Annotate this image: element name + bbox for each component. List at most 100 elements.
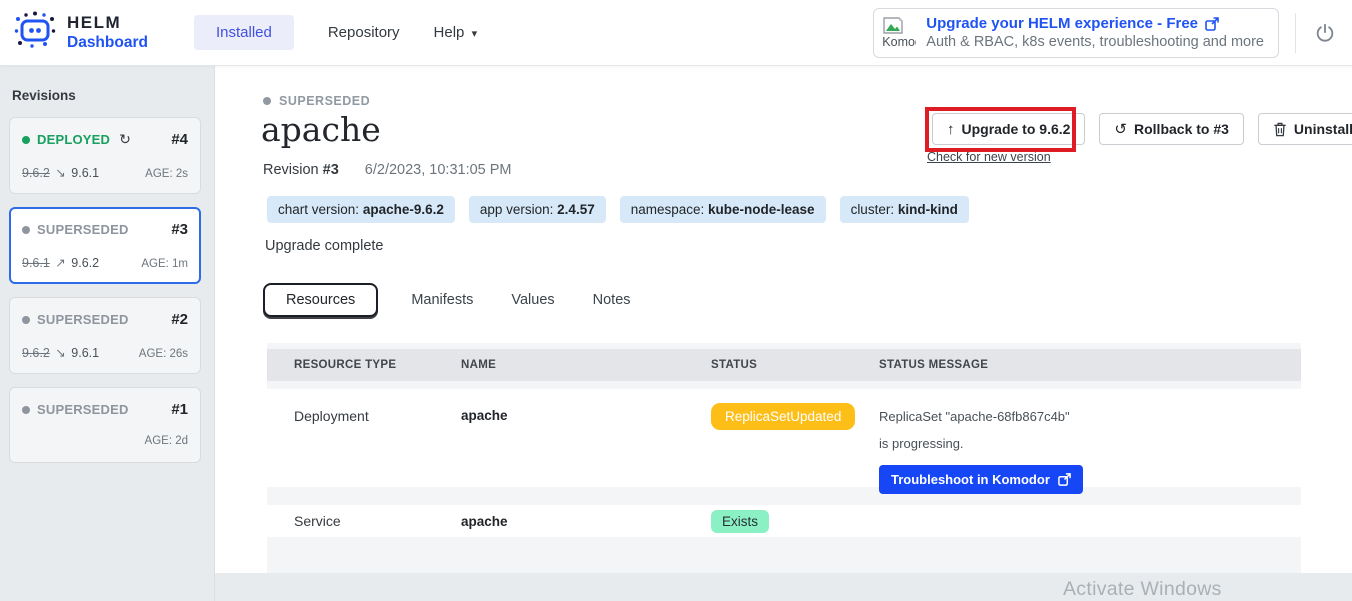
status-dot-icon <box>22 406 30 414</box>
detail-tabs: Resources Manifests Values Notes <box>263 283 650 317</box>
chart-version-chip: chart version: apache-9.6.2 <box>267 196 455 223</box>
revision-status: SUPERSEDED <box>22 222 129 237</box>
banner-title: Upgrade your HELM experience - Free <box>926 15 1198 32</box>
table-row: Service apache Exists <box>267 505 1301 537</box>
banner-subtitle: Auth & RBAC, k8s events, troubleshooting… <box>926 34 1264 50</box>
status-badge: ReplicaSetUpdated <box>711 403 855 430</box>
revisions-sidebar: Revisions DEPLOYED ↻ #4 9.6.2 ↘ 9.6.1 AG… <box>0 66 215 601</box>
version-arrow-icon: ↘ <box>55 166 65 180</box>
status-message-cell: ReplicaSet "apache-68fb867c4b" is progre… <box>879 408 1301 494</box>
uninstall-button[interactable]: Uninstall <box>1258 113 1352 145</box>
revision-age: AGE: 1m <box>141 258 188 270</box>
col-status-message: STATUS MESSAGE <box>879 359 1301 371</box>
tab-values[interactable]: Values <box>492 284 573 316</box>
revision-age: AGE: 26s <box>139 348 188 360</box>
revision-number: #3 <box>171 221 188 238</box>
reconfigure-icon[interactable]: ↻ <box>119 131 131 148</box>
arrow-up-icon: ↑ <box>947 121 955 138</box>
rollback-icon: ↺ <box>1114 120 1127 138</box>
table-header-row: RESOURCE TYPE NAME STATUS STATUS MESSAGE <box>267 349 1301 381</box>
revisions-heading: Revisions <box>12 88 201 103</box>
col-name: NAME <box>461 359 711 371</box>
nav-help-dropdown[interactable]: Help ▾ <box>434 24 478 41</box>
resource-status-cell: ReplicaSetUpdated <box>711 408 879 430</box>
revision-age: AGE: 2d <box>145 435 188 447</box>
header-divider <box>1295 13 1296 53</box>
shutdown-button[interactable] <box>1314 22 1336 44</box>
release-description: Upgrade complete <box>265 238 384 254</box>
trash-icon <box>1273 122 1287 137</box>
release-meta-chips: chart version: apache-9.6.2 app version:… <box>267 196 969 223</box>
col-resource-type: RESOURCE TYPE <box>294 359 461 371</box>
resources-table: RESOURCE TYPE NAME STATUS STATUS MESSAGE… <box>267 343 1301 573</box>
broken-image-placeholder: Komod <box>882 16 916 49</box>
resource-name-cell: apache <box>461 408 711 423</box>
broken-image-alt-text: Komod <box>882 35 916 49</box>
external-link-icon <box>1058 473 1071 486</box>
external-link-icon <box>1205 17 1219 31</box>
brand-title: HELM <box>67 13 148 33</box>
revision-timestamp: 6/2/2023, 10:31:05 PM <box>365 162 512 178</box>
resource-type-cell: Service <box>294 513 461 529</box>
version-arrow-icon: ↘ <box>55 346 65 360</box>
revision-status: SUPERSEDED <box>22 402 129 417</box>
check-new-version-link[interactable]: Check for new version <box>927 150 1051 164</box>
status-dot-icon <box>263 97 271 105</box>
brand-text: HELM Dashboard <box>67 13 148 52</box>
revision-meta: Revision #3 6/2/2023, 10:31:05 PM <box>263 162 512 178</box>
version-arrow-icon: ↗ <box>55 256 65 270</box>
nav-repository[interactable]: Repository <box>328 24 400 41</box>
table-row: Deployment apache ReplicaSetUpdated Repl… <box>267 389 1301 487</box>
revision-card-1[interactable]: SUPERSEDED #1 AGE: 2d <box>9 387 201 463</box>
helm-dashboard-logo[interactable]: HELM Dashboard <box>0 9 148 56</box>
brand-subtitle: Dashboard <box>67 34 148 52</box>
upgrade-button[interactable]: ↑ Upgrade to 9.6.2 <box>932 113 1085 145</box>
banner-text: Upgrade your HELM experience - Free Auth… <box>926 15 1264 50</box>
top-nav: Installed Repository Help ▾ <box>194 15 477 50</box>
tab-resources[interactable]: Resources <box>263 283 378 317</box>
revision-age: AGE: 2s <box>145 168 188 180</box>
version-change: 9.6.1 ↗ 9.6.2 <box>22 255 99 270</box>
revision-status: DEPLOYED ↻ <box>22 131 131 148</box>
release-detail-panel: SUPERSEDED apache Revision #3 6/2/2023, … <box>215 66 1352 573</box>
cluster-chip: cluster: kind-kind <box>840 196 969 223</box>
release-title: apache <box>261 110 381 149</box>
helm-robot-icon <box>12 9 58 56</box>
status-message-text: ReplicaSet "apache-68fb867c4b" is progre… <box>879 403 1079 457</box>
revision-card-3-selected[interactable]: SUPERSEDED #3 9.6.1 ↗ 9.6.2 AGE: 1m <box>9 207 201 284</box>
revision-number: #4 <box>171 131 188 148</box>
revision-number: #1 <box>171 401 188 418</box>
version-change: 9.6.2 ↘ 9.6.1 <box>22 165 99 180</box>
col-status: STATUS <box>711 359 879 371</box>
status-dot-icon <box>22 226 30 234</box>
resource-name-cell: apache <box>461 514 711 529</box>
helm-dashboard-screen: HELM Dashboard Installed Repository Help… <box>0 0 1352 601</box>
status-badge: Exists <box>711 510 769 533</box>
troubleshoot-komodor-button[interactable]: Troubleshoot in Komodor <box>879 465 1083 494</box>
release-actions: ↑ Upgrade to 9.6.2 ↺ Rollback to #3 Unin… <box>932 113 1352 145</box>
tab-manifests[interactable]: Manifests <box>392 284 492 316</box>
revision-label: Revision #3 <box>263 162 339 178</box>
activate-windows-watermark: Activate Windows <box>1063 578 1222 601</box>
nav-installed[interactable]: Installed <box>194 15 294 50</box>
status-dot-icon <box>22 136 30 144</box>
resource-type-cell: Deployment <box>294 408 461 424</box>
version-change: 9.6.2 ↘ 9.6.1 <box>22 345 99 360</box>
release-status-badge: SUPERSEDED <box>263 94 370 108</box>
rollback-button[interactable]: ↺ Rollback to #3 <box>1099 113 1244 145</box>
namespace-chip: namespace: kube-node-lease <box>620 196 826 223</box>
power-icon <box>1314 22 1336 44</box>
revision-card-2[interactable]: SUPERSEDED #2 9.6.2 ↘ 9.6.1 AGE: 26s <box>9 297 201 374</box>
top-bar: HELM Dashboard Installed Repository Help… <box>0 0 1352 66</box>
nav-help-label: Help <box>434 24 465 41</box>
resource-status-cell: Exists <box>711 510 879 533</box>
broken-image-icon <box>882 16 904 35</box>
komodor-upgrade-banner[interactable]: Komod Upgrade your HELM experience - Fre… <box>873 8 1279 58</box>
revision-number: #2 <box>171 311 188 328</box>
tab-notes[interactable]: Notes <box>574 284 650 316</box>
revision-card-4[interactable]: DEPLOYED ↻ #4 9.6.2 ↘ 9.6.1 AGE: 2s <box>9 117 201 194</box>
revision-status: SUPERSEDED <box>22 312 129 327</box>
app-version-chip: app version: 2.4.57 <box>469 196 606 223</box>
chevron-down-icon: ▾ <box>472 28 478 40</box>
status-dot-icon <box>22 316 30 324</box>
